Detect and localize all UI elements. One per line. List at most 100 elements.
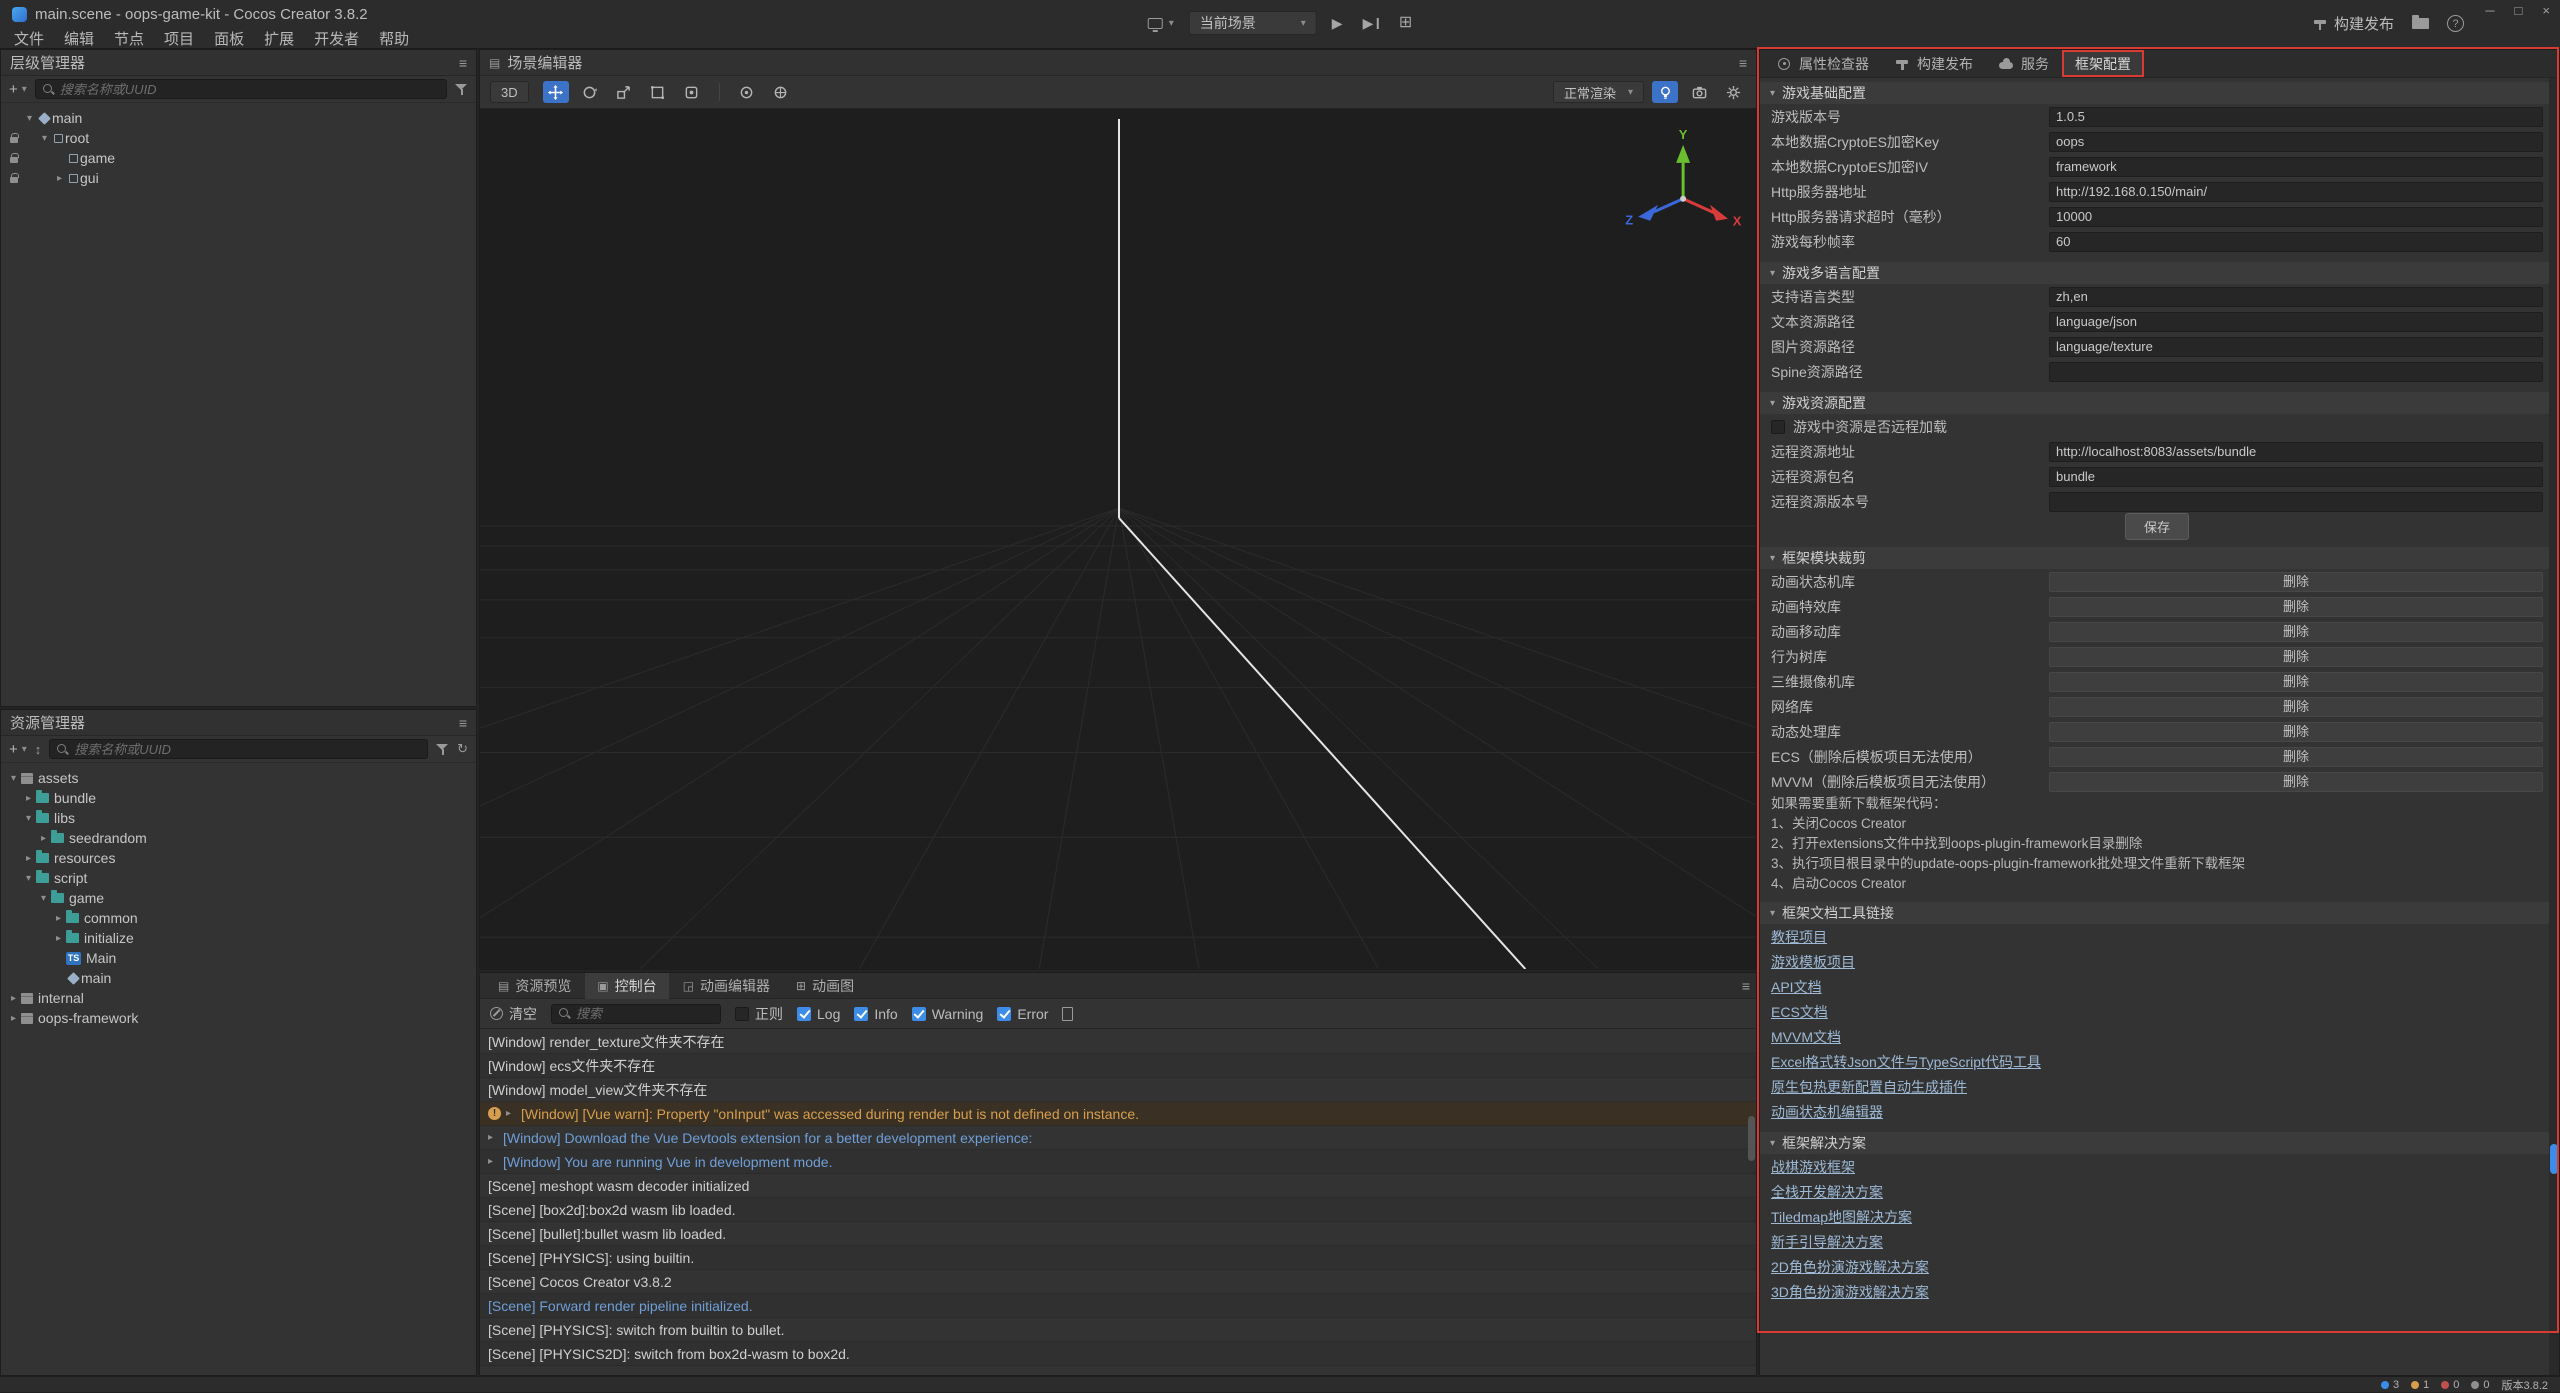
sort-icon[interactable]: ↕ <box>35 742 42 757</box>
open-folder-icon[interactable] <box>2412 18 2429 29</box>
expand-arrow-icon[interactable]: ▸ <box>6 993 21 1004</box>
tree-row[interactable]: ▾libs <box>1 808 476 828</box>
rotate-tool-button[interactable] <box>577 81 603 103</box>
menu-item[interactable]: 面板 <box>204 26 254 51</box>
expand-arrow-icon[interactable]: ▸ <box>506 1108 521 1119</box>
move-tool-button[interactable] <box>543 81 569 103</box>
inspector-tab-1[interactable]: 构建发布 <box>1882 50 1986 77</box>
log-row[interactable]: [Scene] Forward render pipeline initiali… <box>480 1294 1756 1318</box>
config-input[interactable] <box>2049 157 2543 177</box>
tree-row[interactable]: ▸gui <box>1 168 476 188</box>
console-filter-info[interactable]: Info <box>854 1006 897 1022</box>
config-input[interactable] <box>2049 107 2543 127</box>
delete-button[interactable]: 删除 <box>2049 722 2543 742</box>
doc-link[interactable]: Excel格式转Json文件与TypeScript代码工具 <box>1760 1049 2041 1074</box>
log-row[interactable]: ▸[Window] You are running Vue in develop… <box>480 1150 1756 1174</box>
mode-3d-button[interactable]: 3D <box>490 81 529 103</box>
expand-arrow-icon[interactable]: ▾ <box>37 133 52 144</box>
hierarchy-search-input[interactable] <box>60 82 440 97</box>
console-tab-1[interactable]: ▣控制台 <box>585 973 668 999</box>
minimize-button[interactable]: ─ <box>2485 3 2494 18</box>
tree-row[interactable]: ▾main <box>1 108 476 128</box>
save-button[interactable]: 保存 <box>2125 513 2189 540</box>
pivot-toggle-button[interactable] <box>734 81 760 103</box>
expand-arrow-icon[interactable]: ▸ <box>36 833 51 844</box>
checkbox-icon[interactable] <box>1771 420 1785 434</box>
doc-link[interactable]: API文档 <box>1760 974 1822 999</box>
doc-link[interactable]: 游戏模板项目 <box>1760 949 1855 974</box>
tree-row[interactable]: ▾script <box>1 868 476 888</box>
doc-link[interactable]: 原生包热更新配置自动生成插件 <box>1760 1074 1967 1099</box>
tree-row[interactable]: TSMain <box>1 948 476 968</box>
delete-button[interactable]: 删除 <box>2049 747 2543 767</box>
doc-link[interactable]: Tiledmap地图解决方案 <box>1760 1204 1912 1229</box>
tree-row[interactable]: ▸resources <box>1 848 476 868</box>
inspector-scrollbar[interactable] <box>2549 78 2559 1375</box>
console-tab-3[interactable]: ⊞动画图 <box>784 973 866 999</box>
tree-row[interactable]: ▾game <box>1 888 476 908</box>
maximize-button[interactable]: □ <box>2515 3 2523 18</box>
log-row[interactable]: [Scene] [bullet]:bullet wasm lib loaded. <box>480 1222 1756 1246</box>
console-filter-error[interactable]: Error <box>997 1006 1048 1022</box>
delete-button[interactable]: 删除 <box>2049 647 2543 667</box>
doc-link[interactable]: 教程项目 <box>1760 924 1827 949</box>
config-input[interactable] <box>2049 362 2543 382</box>
panel-menu-icon[interactable]: ≡ <box>1742 978 1750 994</box>
help-icon[interactable]: ? <box>2447 15 2464 32</box>
create-node-button[interactable]: +▾ <box>9 81 27 98</box>
section-header[interactable]: ▾框架模块裁剪 <box>1760 547 2549 569</box>
log-row[interactable]: !▸[Window] [Vue warn]: Property "onInput… <box>480 1102 1756 1126</box>
log-row[interactable]: [Window] model_view文件夹不存在 <box>480 1078 1756 1102</box>
console-tab-2[interactable]: ◲动画编辑器 <box>671 973 782 999</box>
tree-row[interactable]: ▾root <box>1 128 476 148</box>
log-row[interactable]: [Scene] [PHYSICS]: switch from builtin t… <box>480 1318 1756 1342</box>
log-row[interactable]: [Scene] meshopt wasm decoder initialized <box>480 1174 1756 1198</box>
console-filter-warning[interactable]: Warning <box>912 1006 984 1022</box>
build-publish-button[interactable]: 构建发布 <box>2313 13 2394 34</box>
filter-icon[interactable] <box>436 743 449 756</box>
tree-row[interactable]: ▸bundle <box>1 788 476 808</box>
expand-arrow-icon[interactable]: ▾ <box>22 113 37 124</box>
expand-arrow-icon[interactable]: ▸ <box>51 913 66 924</box>
log-row[interactable]: [Scene] [PHYSICS]: using builtin. <box>480 1246 1756 1270</box>
menu-item[interactable]: 帮助 <box>369 26 419 51</box>
scene-select[interactable]: 当前场景 ▾ <box>1189 11 1317 35</box>
config-input[interactable] <box>2049 182 2543 202</box>
doc-link[interactable]: 3D角色扮演游戏解决方案 <box>1760 1279 1929 1304</box>
tree-row[interactable]: main <box>1 968 476 988</box>
expand-arrow-icon[interactable]: ▸ <box>51 933 66 944</box>
expand-arrow-icon[interactable]: ▸ <box>21 793 36 804</box>
tree-row[interactable]: ▸common <box>1 908 476 928</box>
status-count[interactable]: 3 <box>2381 1379 2399 1391</box>
doc-link[interactable]: 全栈开发解决方案 <box>1760 1179 1883 1204</box>
tree-row[interactable]: ▾assets <box>1 768 476 788</box>
expand-arrow-icon[interactable]: ▸ <box>488 1132 503 1143</box>
close-button[interactable]: × <box>2542 3 2550 18</box>
console-search-input[interactable] <box>576 1006 714 1021</box>
assets-search-input[interactable] <box>74 742 421 757</box>
step-button[interactable]: ▶ <box>1358 13 1384 33</box>
delete-button[interactable]: 删除 <box>2049 672 2543 692</box>
transform-gizmo-button[interactable] <box>679 81 705 103</box>
tree-row[interactable]: ▸oops-framework <box>1 1008 476 1028</box>
doc-link[interactable]: MVVM文档 <box>1760 1024 1841 1049</box>
tree-row[interactable]: ▸seedrandom <box>1 828 476 848</box>
inspector-tab-0[interactable]: 属性检查器 <box>1764 50 1882 77</box>
delete-button[interactable]: 删除 <box>2049 622 2543 642</box>
section-header[interactable]: ▾游戏资源配置 <box>1760 392 2549 414</box>
scrollbar-thumb[interactable] <box>2550 1144 2558 1174</box>
expand-arrow-icon[interactable]: ▸ <box>6 1013 21 1024</box>
section-header[interactable]: ▾游戏基础配置 <box>1760 82 2549 104</box>
lighting-toggle-button[interactable] <box>1652 81 1678 103</box>
config-input[interactable] <box>2049 132 2543 152</box>
tree-row[interactable]: ▸internal <box>1 988 476 1008</box>
section-header[interactable]: ▾游戏多语言配置 <box>1760 262 2549 284</box>
console-filter-log[interactable]: Log <box>797 1006 840 1022</box>
refresh-icon[interactable]: ↻ <box>457 741 468 757</box>
config-input[interactable] <box>2049 207 2543 227</box>
layout-grid-button[interactable]: ⊞ <box>1394 12 1417 34</box>
log-row[interactable]: [Scene] [PHYSICS2D]: switch from box2d-w… <box>480 1342 1756 1366</box>
section-header[interactable]: ▾框架文档工具链接 <box>1760 902 2549 924</box>
tree-row[interactable]: game <box>1 148 476 168</box>
config-input[interactable] <box>2049 312 2543 332</box>
